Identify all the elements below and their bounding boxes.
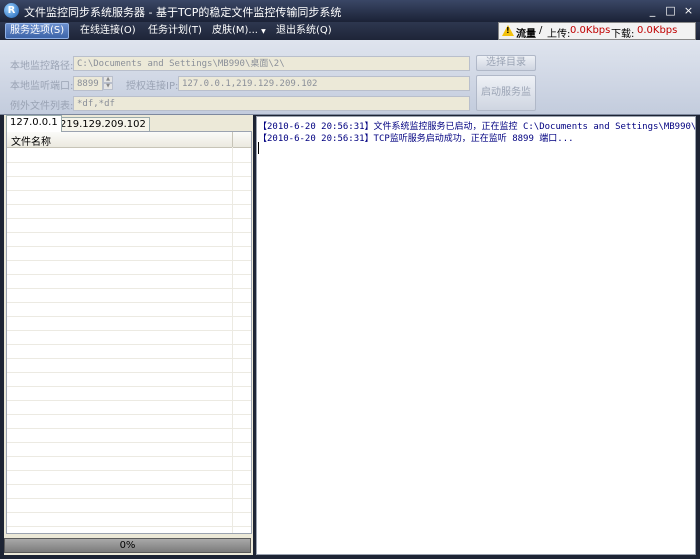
allow-ip-input[interactable]: 127.0.0.1,219.129.209.102 bbox=[178, 76, 470, 91]
menu-task-schedule[interactable]: 任务计划(T) bbox=[144, 24, 206, 38]
list-row-line bbox=[7, 400, 251, 401]
list-row-line bbox=[7, 484, 251, 485]
list-row-line bbox=[7, 232, 251, 233]
traffic-status: ! 流量 / 上传: 0.0Kbps 下载: 0.0Kbps bbox=[498, 22, 696, 40]
file-list-header: 文件名称 bbox=[7, 132, 251, 148]
local-path-label: 本地监控路径: bbox=[10, 61, 74, 72]
app-icon: R bbox=[4, 3, 19, 18]
list-row-line bbox=[7, 218, 251, 219]
list-row-line bbox=[7, 442, 251, 443]
window-title: 文件监控同步系统服务器 - 基于TCP的稳定文件监控传输同步系统 bbox=[24, 6, 342, 19]
list-row-line bbox=[7, 176, 251, 177]
progress-label: 0% bbox=[119, 540, 136, 551]
port-label: 本地监听端口: bbox=[10, 81, 74, 92]
list-row-line bbox=[7, 330, 251, 331]
title-bar: R 文件监控同步系统服务器 - 基于TCP的稳定文件监控传输同步系统 _ □ × bbox=[0, 0, 700, 22]
list-row-line bbox=[7, 204, 251, 205]
port-increase-button[interactable]: ▲ bbox=[103, 76, 113, 83]
chevron-down-icon: ▼ bbox=[261, 28, 266, 35]
list-row-line bbox=[7, 246, 251, 247]
list-row-line bbox=[7, 316, 251, 317]
tab-client-1[interactable]: 127.0.0.1 bbox=[6, 115, 62, 132]
start-monitor-button[interactable]: 启动服务监控 bbox=[476, 75, 536, 132]
download-value: 0.0Kbps bbox=[637, 25, 678, 36]
list-row-line bbox=[7, 190, 251, 191]
list-row-line bbox=[7, 260, 251, 261]
text-caret bbox=[258, 142, 259, 154]
menu-skin-label: 皮肤(M)... bbox=[212, 25, 258, 36]
list-row-line bbox=[7, 414, 251, 415]
config-toolbar: 本地监控路径: C:\Documents and Settings\MB990\… bbox=[0, 40, 700, 132]
list-row-line bbox=[7, 302, 251, 303]
flow-label: 流量 bbox=[516, 29, 536, 40]
allow-ip-label: 授权连接IP: bbox=[126, 81, 179, 92]
exclude-label: 例外文件列表: bbox=[10, 101, 74, 112]
list-row-line bbox=[7, 498, 251, 499]
client-panel: 127.0.0.1 219.129.209.102 文件名称 bbox=[4, 115, 253, 555]
list-row-line bbox=[7, 526, 251, 527]
list-row-line bbox=[7, 358, 251, 359]
column-separator[interactable] bbox=[232, 132, 233, 147]
minimize-button[interactable]: _ bbox=[646, 5, 659, 17]
log-output[interactable]: 【2010-6-20 20:56:31】文件系统监控服务已启动，正在监控 C:\… bbox=[256, 116, 696, 555]
port-decrease-button[interactable]: ▼ bbox=[103, 83, 113, 90]
upload-label: 上传: bbox=[547, 29, 571, 40]
menu-exit-system[interactable]: 退出系统(Q) bbox=[272, 24, 336, 38]
choose-directory-button[interactable]: 选择目录 bbox=[476, 55, 536, 71]
list-row-line bbox=[7, 456, 251, 457]
list-row-line bbox=[7, 512, 251, 513]
local-path-input[interactable]: C:\Documents and Settings\MB990\桌面\2\ bbox=[73, 56, 470, 71]
list-row-line bbox=[7, 288, 251, 289]
warning-icon-mark: ! bbox=[506, 26, 510, 35]
download-label: 下载: bbox=[611, 29, 635, 40]
list-row-line bbox=[7, 344, 251, 345]
tab-client-2[interactable]: 219.129.209.102 bbox=[56, 117, 150, 132]
list-row-line bbox=[7, 428, 251, 429]
menu-online-connections[interactable]: 在线连接(O) bbox=[76, 24, 140, 38]
close-button[interactable]: × bbox=[682, 5, 695, 17]
transfer-progress-bar: 0% bbox=[4, 538, 251, 553]
column-divider bbox=[232, 147, 233, 533]
menu-skin[interactable]: 皮肤(M)... ▼ bbox=[208, 24, 270, 38]
port-input[interactable]: 8899 bbox=[73, 76, 103, 91]
list-row-line bbox=[7, 274, 251, 275]
file-list[interactable]: 文件名称 bbox=[6, 131, 252, 534]
list-row-line bbox=[7, 372, 251, 373]
list-row-line bbox=[7, 162, 251, 163]
upload-value: 0.0Kbps bbox=[570, 25, 611, 36]
log-line: 【2010-6-20 20:56:31】TCP监听服务启动成功，正在监听 889… bbox=[258, 134, 574, 144]
maximize-button[interactable]: □ bbox=[664, 5, 677, 17]
flow-separator: / bbox=[539, 25, 543, 36]
list-row-line bbox=[7, 470, 251, 471]
exclude-input[interactable]: *df,*df bbox=[73, 96, 470, 111]
column-header-file-name[interactable]: 文件名称 bbox=[11, 133, 51, 148]
list-row-line bbox=[7, 386, 251, 387]
menu-service-options[interactable]: 服务选项(S) bbox=[5, 23, 70, 39]
